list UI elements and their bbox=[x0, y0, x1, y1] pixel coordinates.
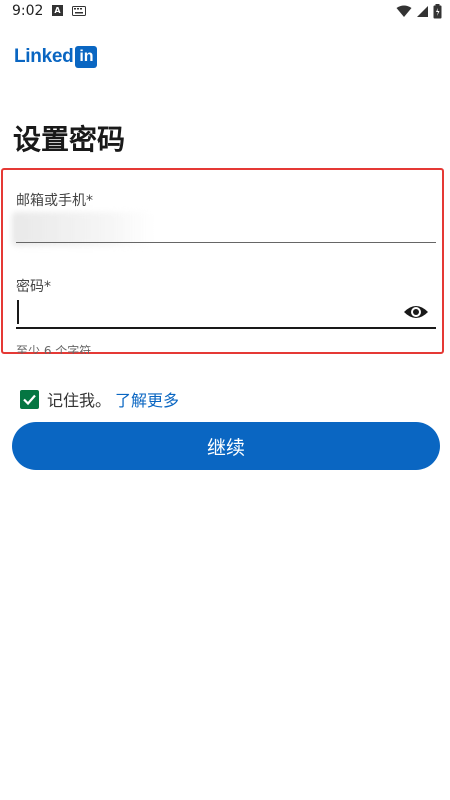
remember-me-label: 记住我。 bbox=[47, 391, 112, 410]
email-field[interactable] bbox=[16, 216, 436, 242]
status-bar: 9:02 A bbox=[0, 0, 450, 24]
keyboard-icon bbox=[72, 6, 86, 16]
notification-a-icon: A bbox=[52, 5, 63, 16]
learn-more-link[interactable]: 了解更多 bbox=[115, 387, 179, 411]
password-underline bbox=[16, 327, 436, 329]
remember-me-row: 记住我。 了解更多 bbox=[20, 387, 179, 411]
status-time: 9:02 bbox=[12, 3, 44, 19]
email-underline bbox=[16, 242, 436, 243]
signal-icon bbox=[417, 6, 428, 17]
continue-button[interactable]: 继续 bbox=[12, 422, 440, 470]
linkedin-logo: Linked in bbox=[14, 46, 98, 68]
checkmark-icon bbox=[23, 394, 36, 405]
status-icons bbox=[396, 4, 442, 19]
logo-mark: in bbox=[75, 46, 98, 68]
text-caret bbox=[17, 300, 19, 324]
email-label: 邮箱或手机* bbox=[16, 193, 93, 209]
remember-me-checkbox[interactable] bbox=[20, 389, 39, 409]
password-field[interactable] bbox=[16, 298, 396, 326]
eye-icon[interactable] bbox=[402, 300, 430, 324]
password-label: 密码* bbox=[16, 279, 51, 295]
logo-text: Linked bbox=[14, 46, 74, 67]
battery-icon bbox=[433, 4, 442, 19]
page-title: 设置密码 bbox=[13, 123, 126, 156]
wifi-icon bbox=[396, 5, 412, 17]
password-hint: 至少 6 个字符 bbox=[16, 344, 92, 354]
